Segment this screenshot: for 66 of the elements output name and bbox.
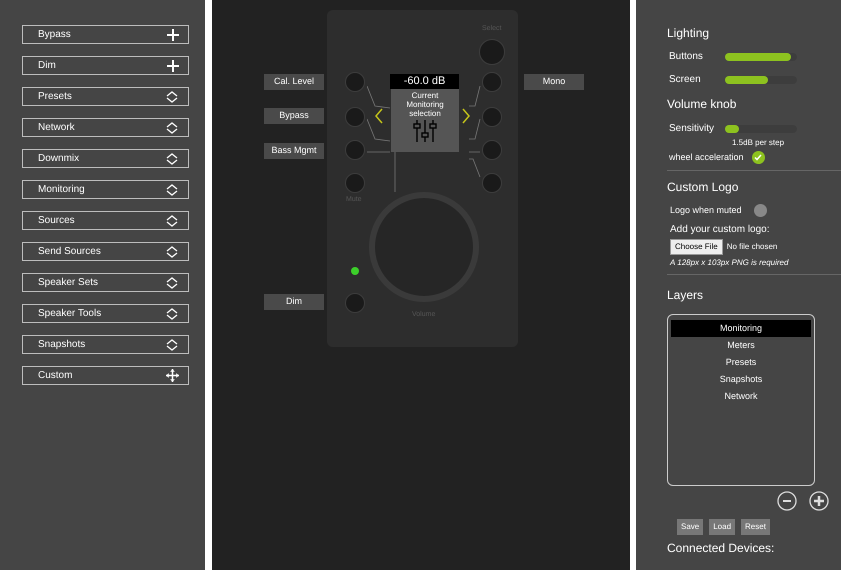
expand-icon	[165, 306, 179, 320]
layer-action-button[interactable]: Save	[677, 519, 704, 535]
faders-icon	[413, 120, 437, 142]
expand-icon	[165, 90, 179, 104]
sidebar-item[interactable]: Send Sources	[22, 242, 189, 261]
section-title: Layers	[667, 287, 704, 304]
remove-icon[interactable]	[777, 491, 797, 511]
checkbox-label: wheel acceleration	[669, 151, 744, 164]
layer-action-button[interactable]: Reset	[741, 519, 770, 535]
slider-track[interactable]	[725, 76, 797, 84]
function-label: Cal. Level	[264, 74, 324, 90]
expand-icon	[165, 152, 179, 166]
chevron-left-icon[interactable]	[375, 108, 383, 124]
sidebar-item[interactable]: Custom	[22, 366, 189, 385]
sidebar-item[interactable]: Monitoring	[22, 180, 189, 199]
sidebar-item[interactable]: Sources	[22, 211, 189, 230]
sidebar-item[interactable]: Network	[22, 118, 189, 137]
function-label: Dim	[264, 294, 324, 310]
sidebar-item[interactable]: Downmix	[22, 149, 189, 168]
layer-item[interactable]: Snapshots	[671, 371, 811, 388]
plus-icon	[167, 60, 179, 72]
choose-file-button[interactable]: Choose File	[670, 239, 723, 255]
function-label: Mono	[524, 74, 584, 90]
sidebar-item[interactable]: Speaker Sets	[22, 273, 189, 292]
display-text: Current Monitoring selection	[405, 91, 445, 118]
expand-icon	[165, 120, 179, 134]
sensitivity-reading: 1.5dB per step	[732, 137, 786, 149]
sidebar-item[interactable]: Presets	[22, 87, 189, 106]
toggle-label: Logo when muted	[670, 204, 742, 217]
layer-item[interactable]: Network	[671, 388, 811, 405]
expand-icon	[165, 214, 179, 228]
toggle[interactable]	[754, 204, 767, 217]
connector-line	[394, 152, 396, 192]
sidebar-item[interactable]: Dim	[22, 56, 189, 75]
checkmark-icon	[754, 154, 762, 162]
add-icon[interactable]	[809, 491, 829, 511]
move-icon	[166, 369, 179, 382]
upload-label: Add your custom logo:	[669, 223, 770, 237]
chevron-right-icon[interactable]	[462, 108, 470, 124]
layer-item[interactable]: Meters	[671, 337, 811, 354]
expand-icon	[165, 244, 179, 258]
slider-label: Sensitivity	[669, 122, 716, 136]
slider-track[interactable]	[725, 124, 797, 132]
layer-action-button[interactable]: Load	[709, 519, 736, 535]
display-value: -60.0 dB	[390, 74, 459, 89]
section-title: Custom Logo	[667, 178, 740, 196]
slider-label: Screen	[669, 73, 702, 87]
section-title: Connected Devices:	[667, 540, 776, 557]
expand-icon	[165, 276, 179, 290]
function-label: Bass Mgmt	[264, 143, 324, 159]
plus-icon	[167, 28, 179, 40]
layer-item[interactable]: Monitoring	[671, 320, 811, 337]
sidebar-item[interactable]: Speaker Tools	[22, 304, 189, 323]
section-title: Volume knob	[667, 96, 738, 113]
file-status: No file chosen	[726, 241, 778, 253]
expand-icon	[165, 182, 179, 196]
function-label: Bypass	[264, 108, 324, 124]
upload-hint: A 128px x 103px PNG is required	[668, 257, 790, 269]
sidebar-item[interactable]: Bypass	[22, 25, 189, 44]
sidebar-item[interactable]: Snapshots	[22, 335, 189, 354]
section-title: Lighting	[667, 25, 710, 42]
layer-item[interactable]: Presets	[671, 354, 811, 371]
slider-label: Buttons	[669, 50, 704, 64]
connector-lines-drawing	[367, 86, 391, 154]
expand-icon	[165, 338, 179, 352]
checkbox[interactable]	[752, 151, 765, 164]
